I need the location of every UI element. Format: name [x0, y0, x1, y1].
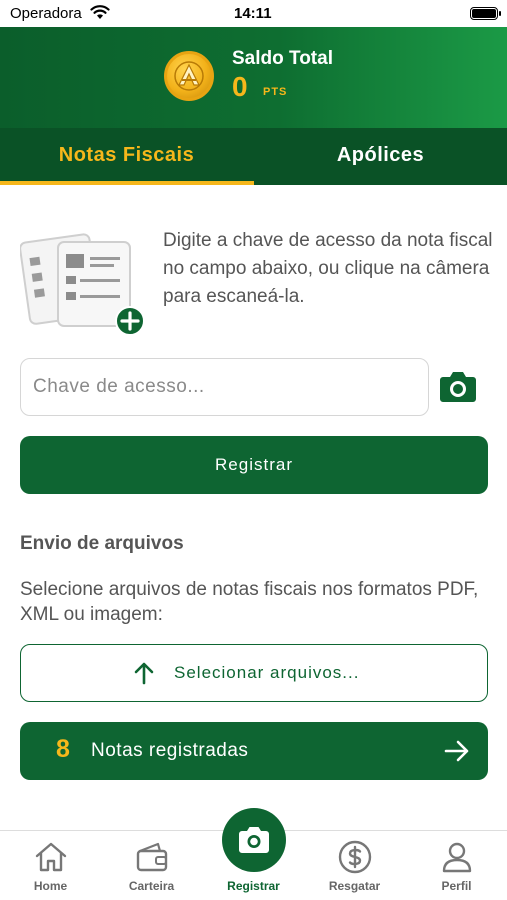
registrar-camera-fab[interactable]	[222, 808, 286, 872]
camera-scan-button[interactable]	[439, 369, 477, 403]
balance-label: Saldo Total	[232, 48, 333, 69]
nav-resgatar-label: Resgatar	[328, 879, 381, 893]
wallet-icon	[134, 839, 170, 875]
wifi-icon	[90, 4, 110, 24]
points-coin-icon	[164, 51, 214, 101]
select-files-button[interactable]: Selecionar arquivos...	[20, 644, 488, 702]
select-files-label: Selecionar arquivos...	[174, 663, 360, 682]
camera-icon	[239, 827, 269, 853]
clock: 14:11	[234, 5, 272, 22]
battery-icon	[470, 7, 501, 20]
nav-home[interactable]: Home	[0, 831, 101, 900]
tab-notas-fiscais[interactable]: Notas Fiscais	[0, 128, 253, 185]
arrow-up-icon	[133, 661, 155, 690]
nav-home-label: Home	[33, 879, 68, 893]
status-bar: Operadora 14:11	[0, 0, 507, 27]
tab-bar: Notas Fiscais Apólices	[0, 128, 507, 185]
balance-value: 0	[232, 71, 248, 102]
tab-apolices[interactable]: Apólices	[254, 128, 507, 185]
registered-notes-label: Notas registradas	[91, 740, 249, 761]
home-icon	[33, 839, 69, 875]
balance-header: Saldo Total 0 PTS	[0, 27, 507, 128]
registered-notes-button[interactable]: 8 Notas registradas	[20, 722, 488, 780]
nav-perfil[interactable]: Perfil	[406, 831, 507, 900]
register-button[interactable]: Registrar	[20, 436, 488, 494]
nav-registrar-label: Registrar	[227, 879, 280, 893]
user-icon	[439, 839, 475, 875]
invoice-documents-icon	[19, 224, 146, 336]
dollar-icon	[337, 839, 373, 875]
nav-carteira-label: Carteira	[128, 879, 175, 893]
carrier-name: Operadora	[10, 5, 82, 22]
active-tab-indicator	[0, 181, 254, 185]
camera-icon	[440, 372, 476, 402]
nav-carteira[interactable]: Carteira	[101, 831, 202, 900]
nav-perfil-label: Perfil	[441, 879, 472, 893]
upload-description: Selecione arquivos de notas fiscais nos …	[20, 579, 479, 625]
intro-instructions: Digite a chave de acesso da nota fiscal …	[163, 230, 493, 307]
upload-section-title: Envio de arquivos	[20, 533, 184, 554]
nav-resgatar[interactable]: Resgatar	[304, 831, 405, 900]
registered-notes-count: 8	[56, 735, 70, 763]
access-key-input[interactable]	[20, 358, 429, 416]
balance-unit: PTS	[263, 86, 288, 98]
arrow-right-icon	[444, 739, 470, 768]
